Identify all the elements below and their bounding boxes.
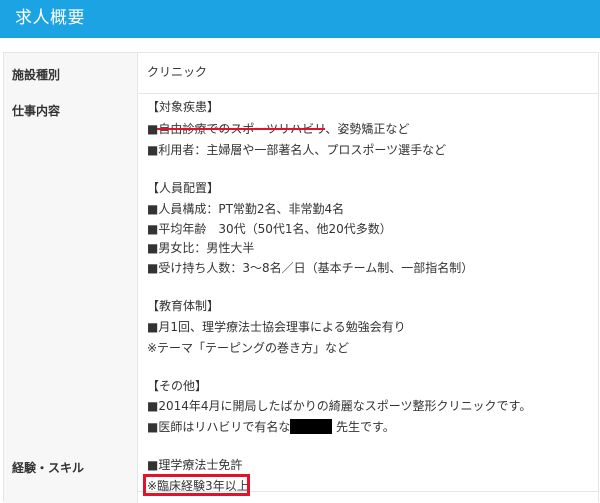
job-line: ■人員構成：PT常勤2名、非常勤4名 — [147, 202, 345, 216]
job-line: ■2014年4月に開局したばかりの綺麗なスポーツ整形クリニックです。 — [147, 399, 532, 413]
job-line: 【人員配置】 — [147, 181, 220, 195]
table-row-experience-skills: 経験・スキル — [4, 451, 598, 503]
row-label-experience-skills: 経験・スキル — [12, 461, 85, 475]
job-line: 【その他】 — [147, 379, 208, 393]
job-line: 【対象疾患】 — [147, 100, 220, 114]
redaction-block — [290, 419, 332, 434]
facility-type-value: クリニック — [147, 65, 208, 79]
highlight-box — [143, 474, 250, 496]
job-line: ■医師はリハビリで有名な — [147, 420, 291, 434]
job-line: ■男女比：男性大半 — [147, 241, 255, 255]
label-cell: 施設種別 — [4, 53, 138, 93]
section-title: 求人概要 — [15, 8, 85, 28]
job-line: ■平均年齢 30代（50代1名、他20代多数） — [147, 222, 392, 236]
label-cell: 仕事内容 — [4, 93, 138, 491]
row-label-facility-type: 施設種別 — [12, 68, 61, 82]
table-row-facility-type: 施設種別 — [4, 53, 598, 94]
section-header: 求人概要 — [0, 0, 600, 38]
job-line: ■受け持ち人数：3～8名／日（基本チーム制、一部指名制） — [147, 261, 474, 275]
job-line: 先生です。 — [336, 420, 395, 434]
job-line: 【教育体制】 — [147, 299, 220, 313]
row-label-job-description: 仕事内容 — [12, 104, 61, 118]
skill-line: ■理学療法士免許 — [147, 458, 243, 472]
job-line: ■月1回、理学療法士協会理事による勉強会有り — [147, 320, 406, 334]
job-line: ※テーマ「テーピングの巻き方」など — [147, 341, 350, 355]
label-cell: 経験・スキル — [4, 451, 138, 503]
job-line: ■利用者：主婦層や一部著名人、プロスポーツ選手など — [147, 143, 447, 157]
highlight-underline — [157, 128, 325, 130]
job-summary-table: 施設種別 仕事内容 経験・スキル — [3, 52, 599, 503]
